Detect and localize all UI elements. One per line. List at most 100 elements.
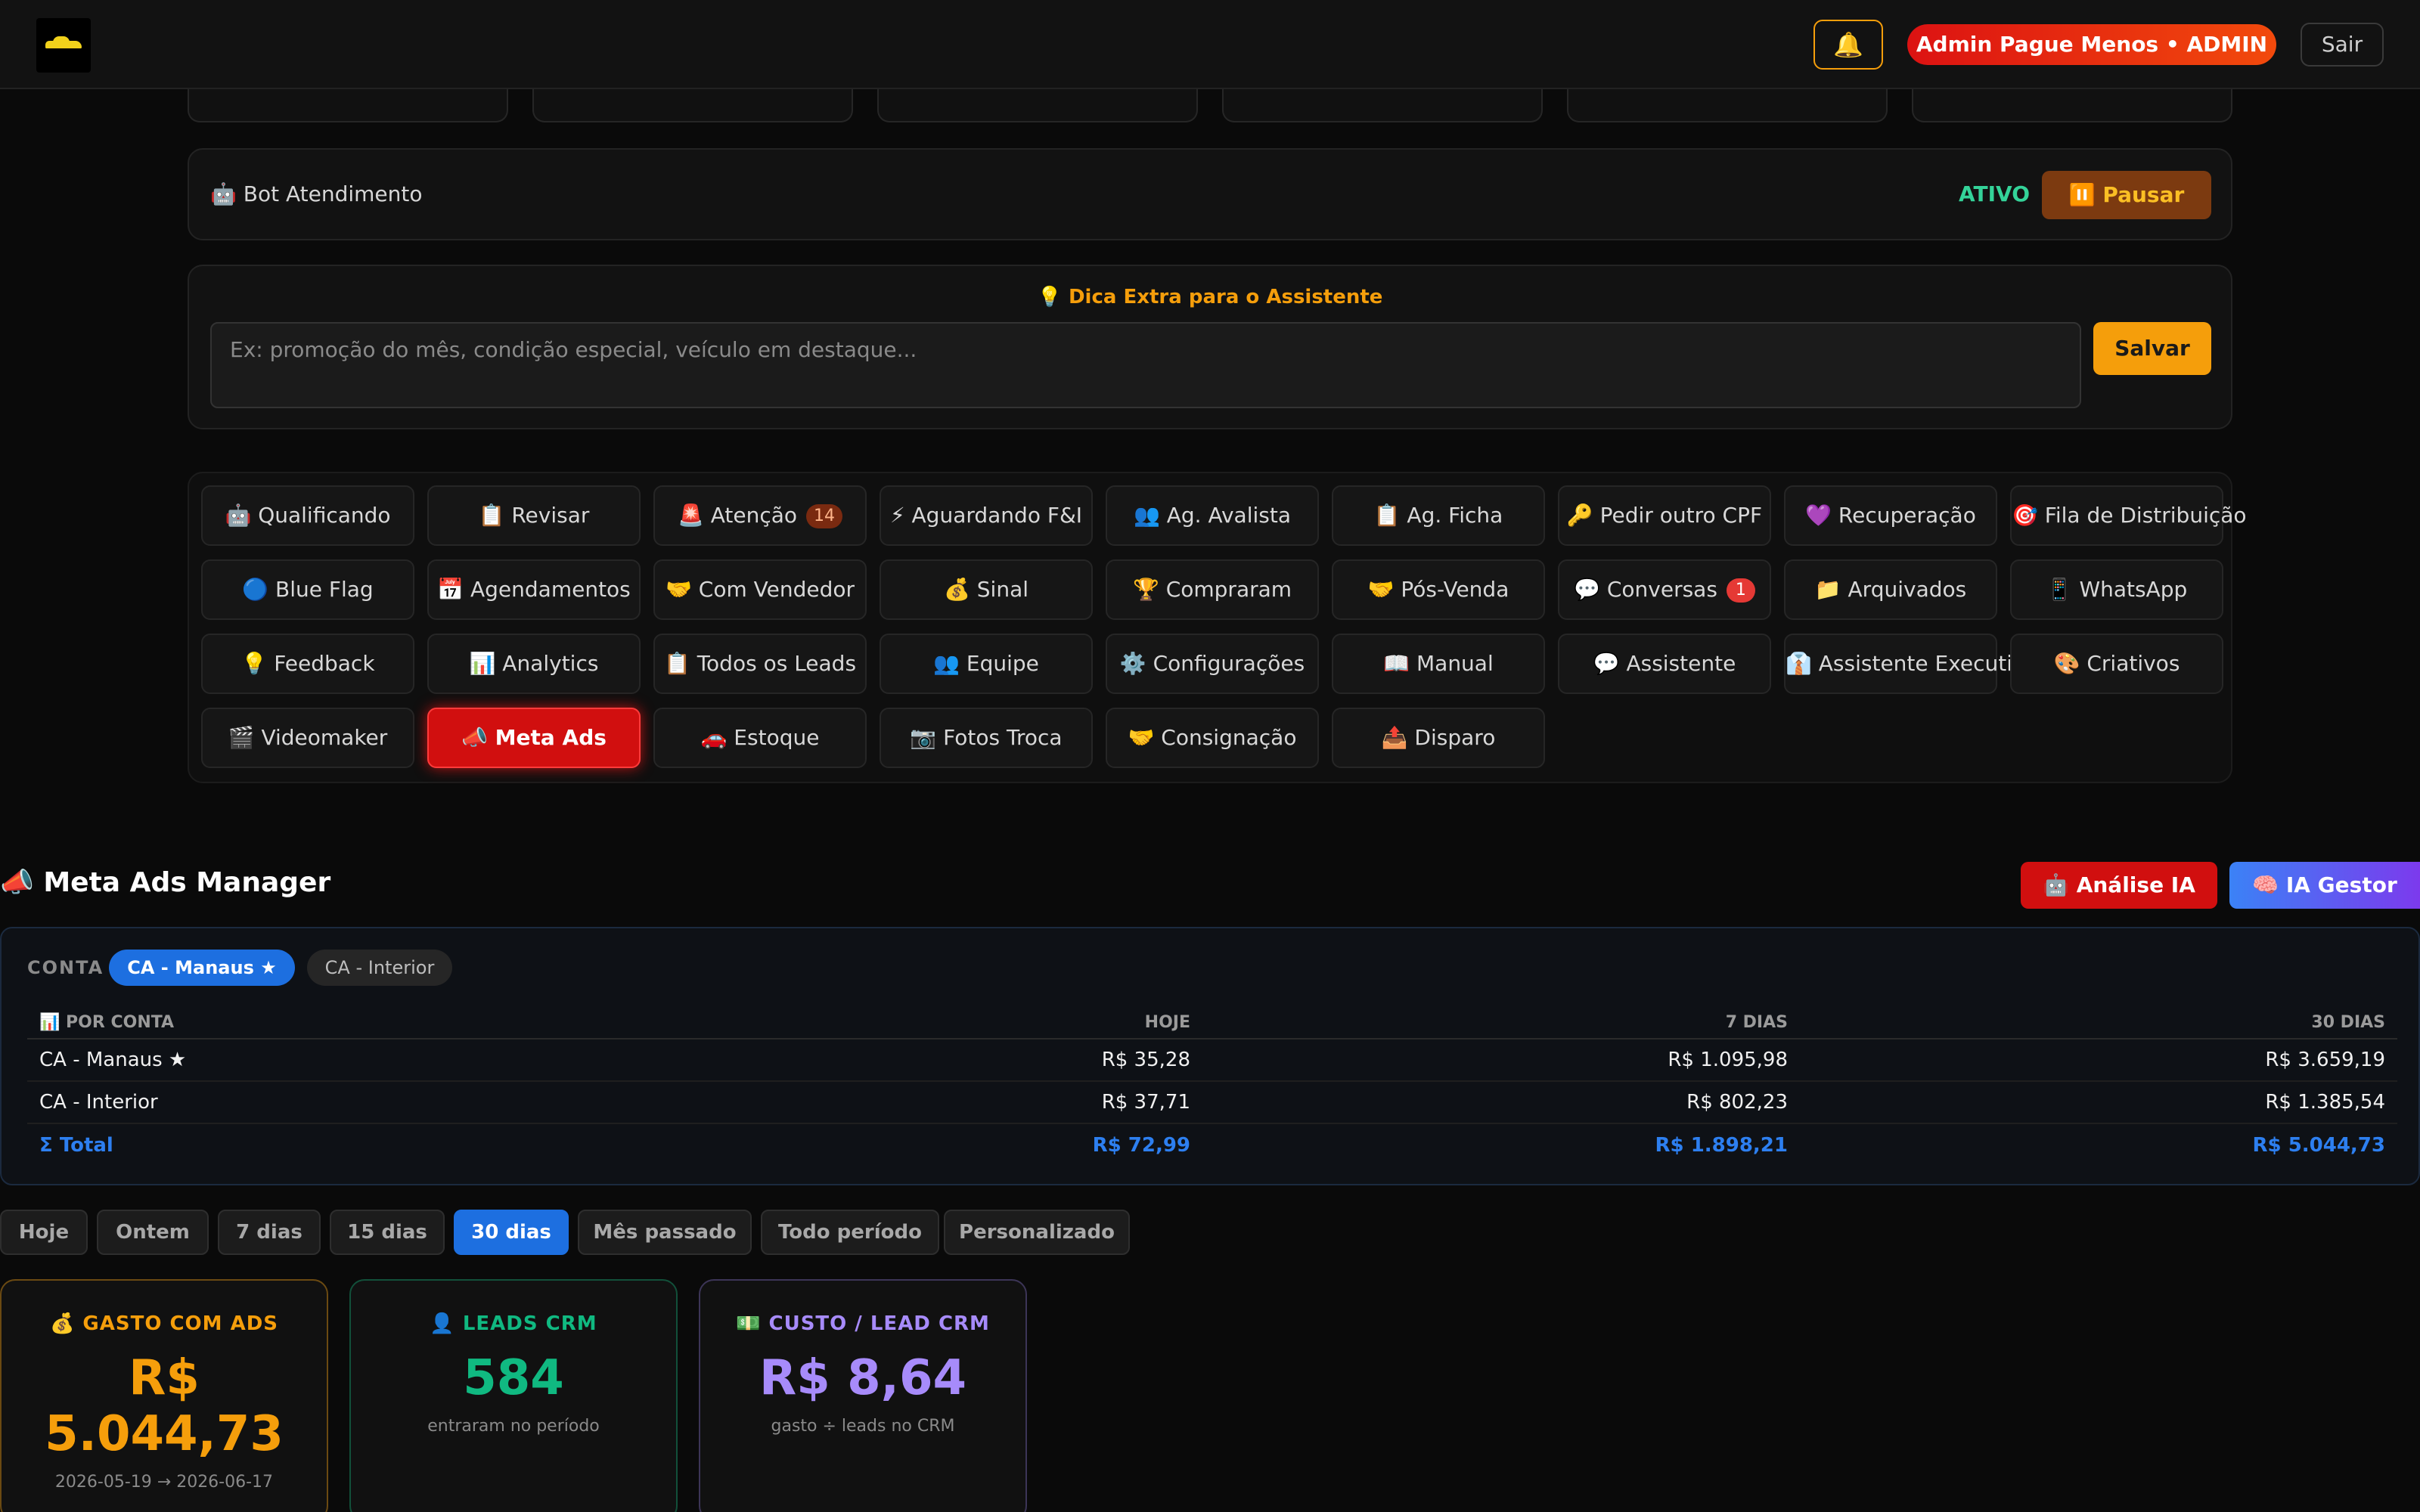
nav-button-label: 🤖 Qualificando <box>225 503 391 528</box>
nav-button-label: 🏆 Compraram <box>1132 577 1292 602</box>
nav-button[interactable]: 🔑 Pedir outro CPF <box>1558 485 1771 546</box>
ad-spend-range: 2026-05-19 → 2026-06-17 <box>54 1473 274 1492</box>
save-tip-button[interactable]: Salvar <box>2093 322 2211 375</box>
section-nav-grid: 🤖 Qualificando 📋 Revisar 🚨 Atenção 14 ⚡ Agua… <box>188 472 2247 783</box>
nav-button[interactable]: 🤖 Qualificando <box>201 485 414 546</box>
nav-button-label: 📱 WhatsApp <box>2046 577 2188 602</box>
nav-button-label: 🔑 Pedir outro CPF <box>1566 503 1763 528</box>
nav-button[interactable]: 👥 Equipe <box>880 634 1093 694</box>
summary-card <box>532 89 853 122</box>
spend-cell: R$ 35,28 <box>597 1039 1202 1082</box>
nav-button[interactable]: 📊 Analytics <box>427 634 641 694</box>
nav-button-label: 💡 Feedback <box>240 651 375 676</box>
tip-input[interactable] <box>210 322 2081 408</box>
crm-leads-title: 👤 LEADS CRM <box>430 1312 597 1335</box>
spend-cell: R$ 1.095,98 <box>1202 1039 1800 1082</box>
nav-button-label: ⚡ Aguardando F&I <box>889 503 1083 528</box>
account-name-cell: CA - Interior <box>27 1081 597 1124</box>
period-personalizado[interactable]: Personalizado <box>944 1210 1130 1255</box>
nav-button[interactable]: 📷 Fotos Troca <box>880 708 1093 768</box>
period-todo-periodo[interactable]: Todo período <box>761 1210 939 1255</box>
table-header-row: 📊 POR CONTA HOJE 7 DIAS 30 DIAS <box>27 1007 2397 1040</box>
nav-button[interactable]: 💬 Assistente <box>1558 634 1771 694</box>
nav-button-label: 🤝 Com Vendedor <box>666 577 855 602</box>
page-title: 📣 Meta Ads Manager <box>0 867 331 898</box>
cost-per-lead-card: 💵 CUSTO / LEAD CRM R$ 8,64 gasto ÷ leads… <box>699 1279 1027 1512</box>
nav-button[interactable]: 💰 Sinal <box>880 559 1093 620</box>
nav-button-label: 🚗 Estoque <box>700 725 820 750</box>
cropped-summary-cards <box>188 89 2232 124</box>
nav-button-label: 🤝 Pós-Venda <box>1367 577 1509 602</box>
ad-spend-title: 💰 GASTO COM ADS <box>49 1312 279 1335</box>
count-badge: 14 <box>806 504 843 528</box>
nav-button[interactable]: 📁 Arquivados <box>1784 559 1997 620</box>
nav-button[interactable]: 🎨 Criativos <box>2010 634 2223 694</box>
nav-button-label: 💰 Sinal <box>944 577 1028 602</box>
account-chip-interior[interactable]: CA - Interior <box>307 950 452 986</box>
nav-button[interactable]: 🎯 Fila de Distribuição <box>2010 485 2247 546</box>
nav-button[interactable]: 💬 Conversas 1 <box>1558 559 1771 620</box>
total-label-cell: Σ Total <box>27 1123 597 1166</box>
crm-leads-card: 👤 LEADS CRM 584 entraram no período <box>349 1279 678 1512</box>
period-ontem[interactable]: Ontem <box>97 1210 209 1255</box>
nav-button[interactable]: 👥 Ag. Avalista <box>1106 485 1319 546</box>
nav-button[interactable]: 📋 Revisar <box>427 485 641 546</box>
nav-button-label: 📋 Revisar <box>478 503 590 528</box>
spend-cell: R$ 802,23 <box>1202 1081 1800 1124</box>
period-mes-passado[interactable]: Mês passado <box>578 1210 752 1255</box>
nav-button[interactable]: 🎬 Videomaker <box>201 708 414 768</box>
logout-button[interactable]: Sair <box>2301 23 2384 67</box>
nav-button[interactable]: 📣 Meta Ads <box>427 708 641 768</box>
account-chip-manaus[interactable]: CA - Manaus ★ <box>109 950 295 986</box>
nav-button-label: 💬 Assistente <box>1593 651 1736 676</box>
cost-per-lead-subtitle: gasto ÷ leads no CRM <box>771 1417 955 1436</box>
nav-button[interactable]: 🚗 Estoque <box>653 708 867 768</box>
nav-button[interactable]: 🔵 Blue Flag <box>201 559 414 620</box>
nav-button-label: 🎯 Fila de Distribuição <box>2012 503 2247 528</box>
nav-button[interactable]: 📋 Todos os Leads <box>653 634 867 694</box>
period-filter: Hoje Ontem 7 dias 15 dias 30 dias Mês pa… <box>0 1210 1134 1255</box>
nav-button[interactable]: 💜 Recuperação <box>1784 485 1997 546</box>
cost-per-lead-title: 💵 CUSTO / LEAD CRM <box>736 1312 990 1335</box>
nav-button[interactable]: ⚙️ Configurações <box>1106 634 1319 694</box>
crm-leads-value: 584 <box>463 1350 564 1406</box>
nav-button-label: 📷 Fotos Troca <box>910 725 1063 750</box>
user-badge[interactable]: Admin Pague Menos • ADMIN <box>1907 24 2276 65</box>
nav-button[interactable]: 🤝 Pós-Venda <box>1332 559 1545 620</box>
total-cell: R$ 5.044,73 <box>1800 1123 2397 1166</box>
nav-button[interactable]: 🏆 Compraram <box>1106 559 1319 620</box>
period-hoje[interactable]: Hoje <box>0 1210 88 1255</box>
ai-analysis-button[interactable]: 🤖 Análise IA <box>2021 862 2217 909</box>
total-cell: R$ 1.898,21 <box>1202 1123 1800 1166</box>
pause-bot-button[interactable]: ⏸️ Pausar <box>2042 171 2211 219</box>
period-15-dias[interactable]: 15 dias <box>330 1210 445 1255</box>
nav-button-label: 👥 Equipe <box>933 651 1039 676</box>
nav-button-label: 💜 Recuperação <box>1805 503 1976 528</box>
period-7-dias[interactable]: 7 dias <box>218 1210 321 1255</box>
nav-button[interactable]: 📤 Disparo <box>1332 708 1545 768</box>
nav-button[interactable]: 💡 Feedback <box>201 634 414 694</box>
nav-button[interactable]: ⚡ Aguardando F&I <box>880 485 1093 546</box>
top-bar: 🔔 Admin Pague Menos • ADMIN Sair <box>0 0 2420 89</box>
ai-manager-button[interactable]: 🧠 IA Gestor <box>2229 862 2420 909</box>
period-30-dias[interactable]: 30 dias <box>454 1210 569 1255</box>
nav-button[interactable]: 🤝 Consignação <box>1106 708 1319 768</box>
nav-button-label: 📖 Manual <box>1383 651 1494 676</box>
nav-button[interactable]: 📖 Manual <box>1332 634 1545 694</box>
nav-button[interactable]: 📱 WhatsApp <box>2010 559 2223 620</box>
nav-button[interactable]: 📋 Ag. Ficha <box>1332 485 1545 546</box>
nav-button[interactable]: 👔 Assistente Executivo <box>1784 634 2038 694</box>
summary-card <box>1912 89 2232 122</box>
column-header: HOJE <box>597 1007 1202 1040</box>
nav-button[interactable]: 📅 Agendamentos <box>427 559 641 620</box>
notifications-button[interactable]: 🔔 <box>1813 20 1883 70</box>
summary-card <box>877 89 1198 122</box>
brand-logo[interactable] <box>36 18 91 73</box>
nav-button-label: 🎨 Criativos <box>2053 651 2180 676</box>
nav-button-label: 👔 Assistente Executivo <box>1786 651 2038 676</box>
bell-icon: 🔔 <box>1833 30 1863 59</box>
nav-button-label: 🔵 Blue Flag <box>242 577 374 602</box>
column-header: 7 DIAS <box>1202 1007 1800 1040</box>
nav-button[interactable]: 🚨 Atenção 14 <box>653 485 867 546</box>
nav-button[interactable]: 🤝 Com Vendedor <box>653 559 867 620</box>
